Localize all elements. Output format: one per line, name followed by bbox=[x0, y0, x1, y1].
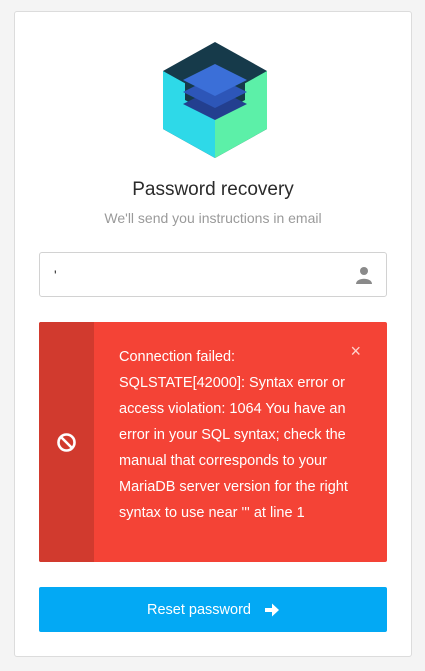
hexagon-layers-logo bbox=[163, 42, 267, 158]
close-icon[interactable]: × bbox=[350, 342, 361, 360]
recovery-card: Password recovery We'll send you instruc… bbox=[14, 11, 412, 657]
error-alert: Connection failed: SQLSTATE[42000]: Synt… bbox=[39, 322, 387, 562]
arrow-right-icon bbox=[264, 603, 279, 616]
reset-password-label: Reset password bbox=[147, 601, 251, 618]
page-title: Password recovery bbox=[132, 179, 294, 200]
email-field-wrapper bbox=[39, 252, 387, 297]
page-subtitle: We'll send you instructions in email bbox=[104, 210, 322, 226]
user-icon bbox=[356, 267, 372, 284]
alert-icon-panel bbox=[39, 322, 94, 562]
email-field[interactable] bbox=[40, 253, 340, 296]
alert-message: Connection failed: SQLSTATE[42000]: Synt… bbox=[119, 349, 348, 521]
ban-icon bbox=[57, 433, 76, 452]
reset-password-button[interactable]: Reset password bbox=[39, 587, 387, 632]
